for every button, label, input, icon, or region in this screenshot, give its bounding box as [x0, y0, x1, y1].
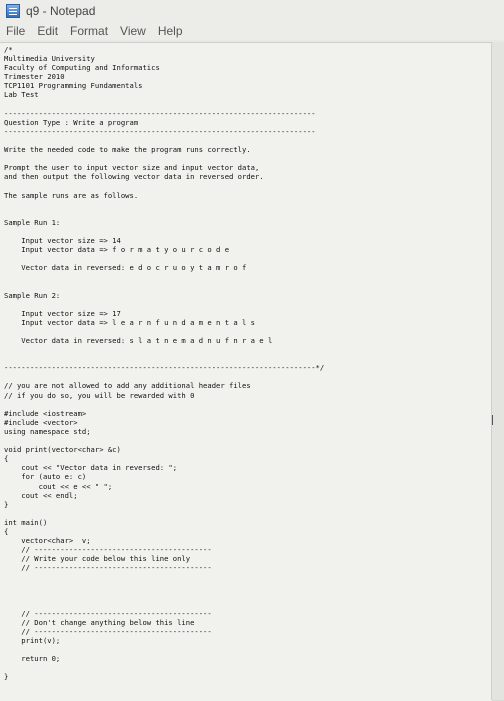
editor-line: #include <vector> [4, 417, 78, 427]
editor-line: Faculty of Computing and Informatics [4, 63, 160, 73]
editor-line: #include <iostream> [4, 408, 87, 418]
editor-line: cout << e << " "; [4, 481, 113, 491]
editor-line: Prompt the user to input vector size and… [4, 163, 260, 173]
editor-line: Multimedia University [4, 54, 95, 64]
editor-line: // -------------------------------------… [4, 545, 212, 555]
editor-line: } [4, 499, 9, 509]
editor-line: Lab Test [4, 90, 39, 100]
menu-file[interactable]: File [6, 24, 25, 38]
editor-line: cout << "Vector data in reversed: "; [4, 463, 178, 473]
editor-line: // -------------------------------------… [4, 608, 212, 618]
editor-line: TCP1101 Programming Fundamentals [4, 81, 143, 91]
menu-bar: File Edit Format View Help [0, 22, 504, 40]
editor-line: Input vector data => l e a r n f u n d a… [4, 317, 255, 327]
editor-line: Vector data in reversed: s l a t n e m a… [4, 336, 273, 345]
text-cursor-icon [492, 415, 499, 425]
vertical-scrollbar[interactable] [491, 42, 504, 700]
editor-line: vector<char> v; [4, 536, 91, 546]
window-title: q9 - Notepad [26, 4, 96, 18]
editor-line: /* [4, 45, 13, 54]
title-bar: q9 - Notepad [0, 0, 504, 22]
editor-line: // if you do so, you will be rewarded wi… [4, 390, 195, 400]
editor-line: Write the needed code to make the progra… [4, 145, 251, 155]
menu-view[interactable]: View [120, 24, 146, 38]
editor-line: int main() [4, 517, 48, 527]
notepad-icon [6, 4, 20, 18]
editor-line: Sample Run 1: [4, 217, 61, 227]
editor-line: // -------------------------------------… [4, 563, 212, 573]
editor-line: Input vector data => f o r m a t y o u r… [4, 245, 230, 255]
notepad-window: q9 - Notepad File Edit Format View Help … [0, 0, 504, 701]
editor-line: Question Type : Write a program [4, 117, 139, 127]
text-editor[interactable]: /* Multimedia University Faculty of Comput… [0, 42, 492, 701]
editor-line: return 0; [4, 654, 61, 664]
editor-line: using namespace std; [4, 426, 91, 436]
editor-line: // you are not allowed to add any additi… [4, 381, 251, 391]
editor-line: and then output the following vector dat… [4, 172, 264, 182]
editor-line: Input vector size => 17 [4, 308, 121, 318]
editor-line: void print(vector<char> &c) [4, 445, 121, 455]
editor-line: Sample Run 2: [4, 290, 61, 300]
menu-edit[interactable]: Edit [37, 24, 58, 38]
editor-line: for (auto e: c) [4, 472, 87, 482]
editor-line: print(v); [4, 636, 61, 646]
editor-line: ----------------------------------------… [4, 126, 316, 136]
editor-content[interactable]: /* Multimedia University Faculty of Comput… [0, 43, 492, 682]
editor-line: The sample runs are as follows. [4, 190, 139, 200]
editor-line: } [4, 672, 9, 682]
editor-line: // Write your code below this line only [4, 554, 191, 564]
menu-format[interactable]: Format [70, 24, 108, 38]
editor-line: Input vector size => 14 [4, 235, 121, 245]
editor-line: Trimester 2010 [4, 72, 65, 82]
editor-line: ----------------------------------------… [4, 363, 325, 373]
editor-line: ----------------------------------------… [4, 108, 316, 118]
menu-help[interactable]: Help [158, 24, 183, 38]
editor-line: { [4, 454, 9, 464]
editor-line: // Don't change anything below this line [4, 617, 195, 627]
editor-line: { [4, 526, 9, 536]
editor-line: cout << endl; [4, 490, 78, 500]
editor-line: // -------------------------------------… [4, 627, 212, 636]
editor-line: Vector data in reversed: e d o c r u o y… [4, 263, 247, 273]
